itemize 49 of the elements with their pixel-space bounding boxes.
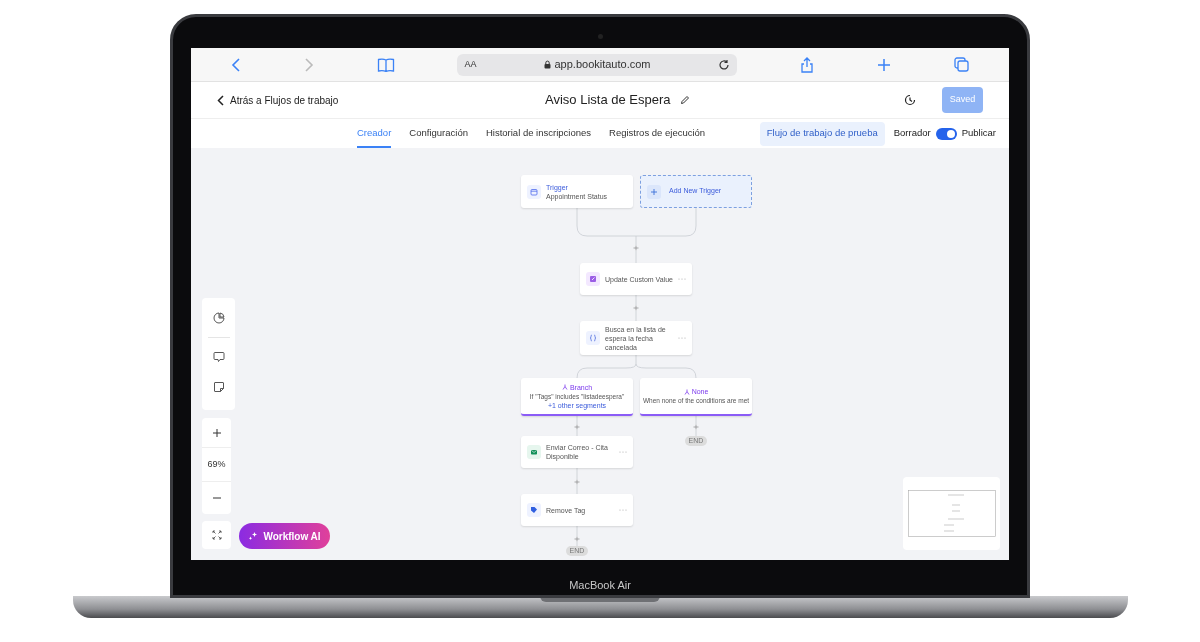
add-step-icon[interactable] bbox=[633, 245, 639, 251]
minus-icon bbox=[211, 497, 222, 499]
tabs-icon[interactable] bbox=[953, 57, 969, 72]
workflow-title: Aviso Lista de Espera bbox=[545, 91, 671, 110]
draft-label: Borrador bbox=[893, 126, 931, 141]
share-icon[interactable] bbox=[800, 56, 815, 73]
zoom-level: 69% bbox=[202, 448, 231, 482]
branch-icon bbox=[561, 384, 568, 390]
sparkles-icon bbox=[248, 531, 259, 541]
publish-label: Publicar bbox=[961, 126, 996, 141]
sticky-note-icon[interactable] bbox=[212, 381, 225, 393]
publish-toggle[interactable] bbox=[935, 127, 957, 140]
workflow-ai-button[interactable]: Workflow AI bbox=[239, 523, 330, 549]
tab[interactable]: Configuración bbox=[409, 119, 468, 148]
expand-icon bbox=[211, 530, 222, 540]
tag-icon bbox=[527, 503, 541, 517]
plus-icon bbox=[211, 427, 222, 438]
address-bar[interactable]: AA app.bookitauto.com bbox=[457, 53, 738, 76]
tab[interactable]: Registros de ejecución bbox=[609, 119, 706, 148]
lock-icon bbox=[544, 60, 552, 69]
add-step-icon[interactable] bbox=[633, 305, 639, 311]
add-step-icon[interactable] bbox=[574, 536, 580, 542]
pie-chart-icon[interactable] bbox=[212, 312, 225, 324]
history-icon[interactable] bbox=[904, 94, 916, 106]
plus-icon bbox=[647, 184, 661, 199]
test-workflow-button[interactable]: Flujo de trabajo de prueba bbox=[759, 121, 885, 146]
book-icon[interactable] bbox=[376, 57, 395, 72]
plus-icon[interactable] bbox=[877, 57, 892, 72]
add-step-icon[interactable] bbox=[574, 479, 580, 485]
pencil-icon[interactable] bbox=[679, 95, 690, 105]
text-size-button[interactable]: AA bbox=[464, 57, 477, 72]
back-link[interactable]: Atrás a Flujos de trabajo bbox=[217, 92, 339, 108]
fit-view-button[interactable] bbox=[202, 521, 231, 549]
add-step-icon[interactable] bbox=[693, 424, 699, 430]
reload-icon[interactable] bbox=[718, 58, 731, 71]
edit-icon bbox=[586, 272, 600, 286]
chevron-left-icon bbox=[217, 94, 224, 106]
forward-icon[interactable] bbox=[303, 57, 314, 72]
device-label: MacBook Air bbox=[569, 578, 631, 593]
mail-icon bbox=[527, 445, 541, 459]
comment-icon[interactable] bbox=[212, 351, 225, 363]
calendar-icon bbox=[527, 184, 541, 199]
minimap[interactable] bbox=[903, 477, 1000, 550]
back-icon[interactable] bbox=[231, 57, 241, 72]
url-text: app.bookitauto.com bbox=[554, 57, 651, 73]
branch-icon bbox=[683, 388, 690, 395]
add-step-icon[interactable] bbox=[574, 424, 580, 430]
braces-icon bbox=[586, 331, 600, 345]
tab[interactable]: Historial de inscripciones bbox=[485, 119, 592, 148]
